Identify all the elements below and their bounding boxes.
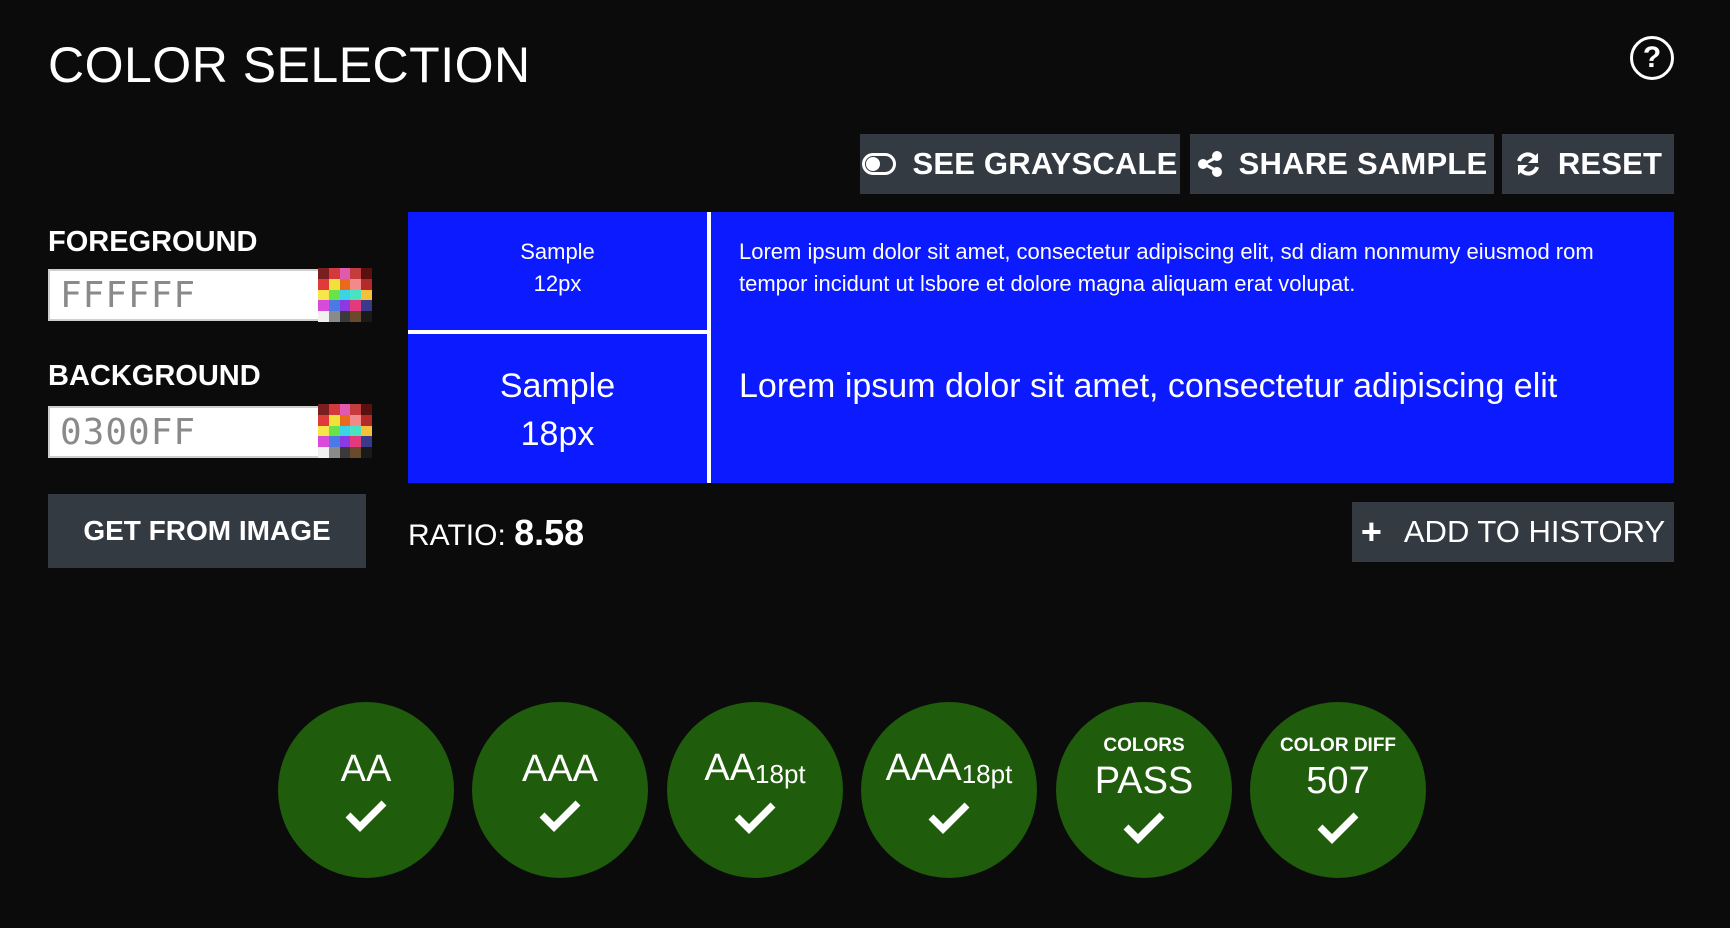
help-icon[interactable]: ? — [1630, 36, 1674, 80]
result-badge-caption: COLORS — [1103, 735, 1185, 756]
ratio-label: RATIO: — [408, 519, 506, 552]
ratio-value: 8.58 — [514, 512, 585, 553]
sample-12px-label-line2: 12px — [533, 271, 582, 296]
result-badge-title: 507 — [1306, 760, 1370, 802]
sample-18px-label-line2: 18px — [520, 415, 595, 453]
result-badge-title: AA18pt — [704, 746, 806, 789]
foreground-color-input[interactable] — [48, 269, 320, 321]
sample-12px-label: Sample 12px — [408, 236, 707, 300]
see-grayscale-label: SEE GRAYSCALE — [912, 146, 1178, 181]
result-badge-title: AA — [340, 748, 392, 790]
refresh-icon — [1516, 152, 1539, 176]
add-to-history-button[interactable]: + ADD TO HISTORY — [1352, 502, 1674, 562]
result-badge-title: AAA — [521, 748, 599, 790]
result-badge-title: PASS — [1094, 760, 1194, 802]
background-palette-icon[interactable] — [318, 404, 372, 458]
check-icon — [1317, 812, 1359, 844]
contrast-ratio: RATIO: 8.58 — [408, 512, 584, 554]
foreground-palette-icon[interactable] — [318, 268, 372, 322]
result-badge-color-diff: COLOR DIFF 507 — [1250, 702, 1426, 878]
background-label: BACKGROUND — [48, 360, 261, 392]
sample-12px-text: Lorem ipsum dolor sit amet, consectetur … — [739, 239, 1594, 296]
sample-preview: Sample 12px Lorem ipsum dolor sit amet, … — [408, 212, 1674, 483]
result-badge-aaa-18pt: AAA18pt — [861, 702, 1037, 878]
add-to-history-label: ADD TO HISTORY — [1403, 514, 1666, 549]
reset-button[interactable]: RESET — [1502, 134, 1674, 194]
result-badge-caption: COLOR DIFF — [1279, 735, 1397, 756]
sample-18px-label: Sample 18px — [408, 362, 707, 458]
toggle-icon — [862, 153, 897, 175]
result-badge-aaa: AAA — [472, 702, 648, 878]
check-icon — [734, 802, 776, 834]
check-icon — [539, 800, 581, 832]
check-icon — [928, 802, 970, 834]
page-title: COLOR SELECTION — [48, 37, 531, 93]
share-sample-button[interactable]: SHARE SAMPLE — [1190, 134, 1494, 194]
result-badge-title: AAA18pt — [885, 746, 1013, 789]
check-icon — [1123, 812, 1165, 844]
result-badge-colors: COLORS PASS — [1056, 702, 1232, 878]
result-badge-aa: AA — [278, 702, 454, 878]
sample-12px-label-line1: Sample — [520, 239, 595, 264]
sample-divider-vertical — [707, 212, 711, 483]
foreground-label: FOREGROUND — [48, 226, 258, 258]
sample-18px-text: Lorem ipsum dolor sit amet, consectetur … — [739, 367, 1558, 405]
plus-icon: + — [1360, 511, 1382, 552]
sample-divider-horizontal — [408, 330, 707, 334]
sample-18px-label-line1: Sample — [499, 367, 616, 405]
see-grayscale-button[interactable]: SEE GRAYSCALE — [860, 134, 1180, 194]
background-color-input[interactable] — [48, 406, 320, 458]
reset-label: RESET — [1557, 146, 1663, 181]
check-icon — [345, 800, 387, 832]
share-sample-label: SHARE SAMPLE — [1238, 146, 1488, 181]
result-badge-aa-18pt: AA18pt — [667, 702, 843, 878]
get-from-image-button[interactable]: GET FROM IMAGE — [48, 494, 366, 568]
share-icon — [1197, 151, 1222, 177]
